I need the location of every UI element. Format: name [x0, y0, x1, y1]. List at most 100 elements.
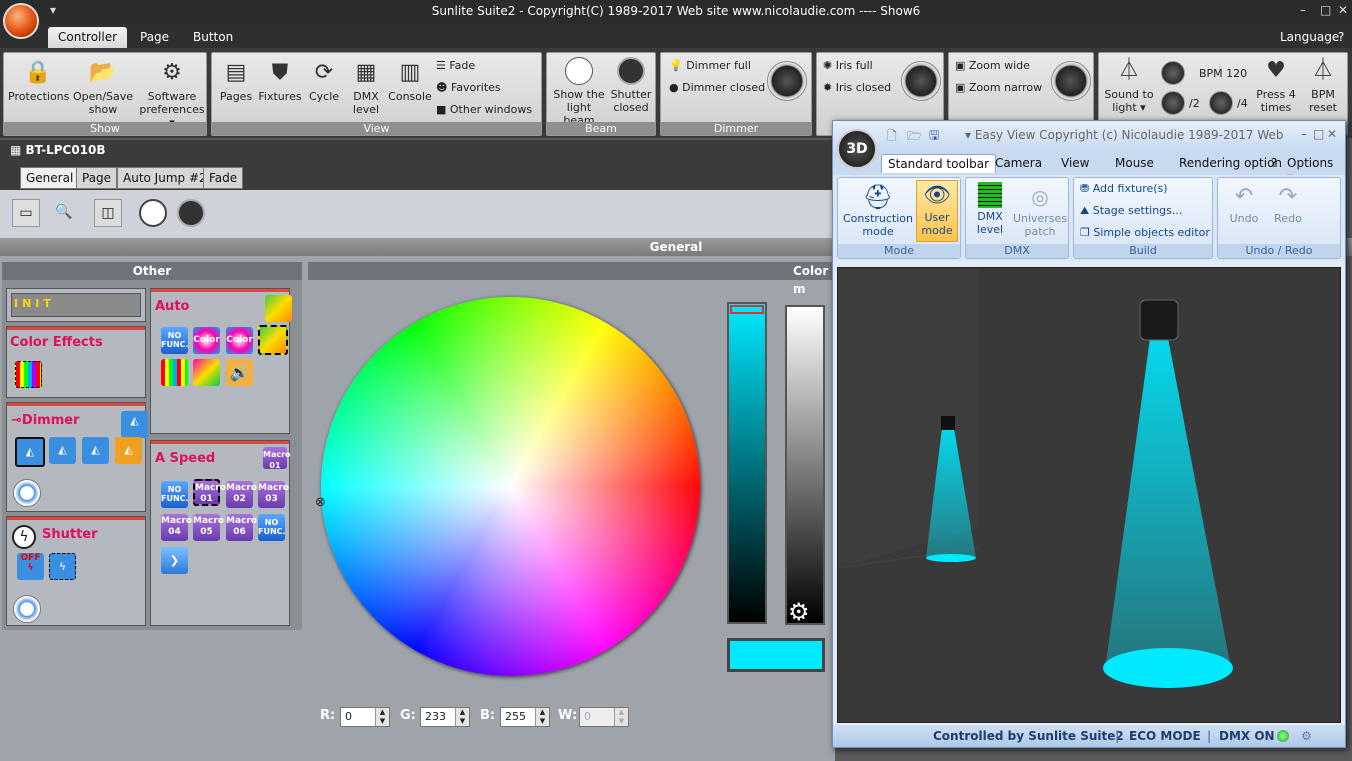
- macro-04-button[interactable]: Macro 04: [161, 514, 192, 541]
- 3d-viewport[interactable]: [837, 267, 1341, 723]
- beam-on-button[interactable]: [139, 199, 167, 227]
- dmx-level-button[interactable]: ▦ DMX level: [346, 59, 386, 116]
- iris-closed-button[interactable]: ✹ Iris closed: [823, 81, 891, 94]
- search-icon[interactable]: 🔍: [50, 199, 78, 227]
- bpm-reset-button[interactable]: ⏃ BPM reset: [1301, 57, 1345, 114]
- app-orb-icon[interactable]: [3, 3, 39, 39]
- color-wheel[interactable]: [321, 297, 700, 676]
- b-spinner-icon[interactable]: ▲ ▼: [535, 708, 549, 726]
- auto-color-button-1[interactable]: Color: [193, 327, 220, 354]
- film-icon[interactable]: ▭: [12, 199, 40, 227]
- fade-button[interactable]: ☰ Fade: [436, 59, 475, 72]
- stage-settings-button[interactable]: ⛰ Stage settings...: [1080, 204, 1182, 217]
- tab-button[interactable]: Button: [183, 27, 243, 48]
- shutter-off-button[interactable]: OFF ϟ: [17, 553, 44, 580]
- div2-button[interactable]: [1161, 91, 1185, 115]
- intensity-slider-thumb[interactable]: [730, 305, 764, 314]
- dimmer-icon-4[interactable]: ◭: [115, 437, 142, 464]
- sound-to-light-button[interactable]: ⏃ Sound to light ▾: [1103, 57, 1155, 114]
- open-folder-icon[interactable]: 🗁: [907, 127, 922, 148]
- tab-camera[interactable]: Camera: [989, 154, 1048, 172]
- zoom-wide-button[interactable]: ▣ Zoom wide: [955, 59, 1030, 72]
- w-spinner-icon[interactable]: ▲ ▼: [614, 708, 628, 726]
- redo-button[interactable]: ↷ Redo: [1268, 182, 1308, 225]
- zoom-knob[interactable]: [1051, 61, 1091, 101]
- beam-off-button[interactable]: [177, 199, 205, 227]
- speed-ramp-icon[interactable]: ❯: [161, 547, 188, 574]
- tab-controller[interactable]: Controller: [48, 27, 128, 48]
- auto-header-icon[interactable]: [265, 295, 292, 322]
- protections-button[interactable]: 🔒 Protections: [8, 59, 69, 103]
- shutter-strobe-button[interactable]: ϟ: [49, 553, 76, 580]
- auto-nofunc-button[interactable]: NO FUNC.: [161, 327, 189, 354]
- console-button[interactable]: ▥ Console: [388, 59, 432, 103]
- tab-standard-toolbar[interactable]: Standard toolbar: [881, 154, 997, 173]
- add-fixture-button[interactable]: ⛃ Add fixture(s): [1080, 182, 1168, 195]
- construction-mode-button[interactable]: ⛑ Construction mode: [842, 182, 914, 238]
- zoom-narrow-button[interactable]: ▣ Zoom narrow: [955, 81, 1042, 94]
- other-windows-button[interactable]: ■ Other windows: [436, 103, 532, 116]
- macro-03-button[interactable]: Macro 03: [258, 481, 289, 508]
- favorites-button[interactable]: ☻ Favorites: [436, 81, 501, 94]
- macro-05-button[interactable]: Macro 05: [193, 514, 224, 541]
- w-input[interactable]: 0 ▲ ▼: [579, 707, 629, 727]
- tab-general[interactable]: General: [20, 167, 80, 189]
- aspeed-nofunc-2[interactable]: NO FUNC.: [258, 514, 286, 541]
- shutter-knob-small[interactable]: [13, 595, 41, 623]
- r-input[interactable]: 0 ▲ ▼: [340, 707, 390, 727]
- tab-auto-jump[interactable]: Auto Jump #2: [117, 167, 213, 189]
- tab-page-ctrl[interactable]: Page: [76, 167, 118, 189]
- pages-button[interactable]: ▤ Pages: [216, 59, 256, 103]
- tab-view[interactable]: View: [1055, 154, 1095, 172]
- minimize-button[interactable]: –: [1300, 3, 1306, 17]
- div4-button[interactable]: [1209, 91, 1233, 115]
- cycle-button[interactable]: ⟳ Cycle: [304, 59, 344, 103]
- software-preferences-button[interactable]: ⚙Software preferences ▾: [138, 59, 206, 129]
- auto-gradient-button[interactable]: [258, 325, 288, 355]
- layout-icon[interactable]: ◫: [94, 199, 122, 227]
- auto-color-button-2[interactable]: Color: [226, 327, 253, 354]
- dimmer-header-icon[interactable]: ◭: [121, 411, 148, 438]
- show-light-beam-button[interactable]: Show the light beam: [551, 57, 607, 127]
- ev-restore-button[interactable]: □: [1313, 127, 1324, 141]
- macro-01-button[interactable]: Macro 01: [193, 479, 226, 506]
- dimmer-icon-2[interactable]: ◭: [49, 437, 76, 464]
- ev-dmx-level-button[interactable]: DMX level: [968, 182, 1012, 236]
- b-input[interactable]: 255 ▲ ▼: [500, 707, 550, 727]
- iris-knob[interactable]: [901, 61, 941, 101]
- simple-objects-editor-button[interactable]: ❒ Simple objects editor: [1080, 226, 1210, 239]
- aspeed-header-macro[interactable]: Macro 01: [263, 447, 291, 470]
- save-icon[interactable]: 🖫: [929, 126, 939, 147]
- open-save-button[interactable]: 📂 Open/Save show: [70, 59, 136, 116]
- dimmer-knob[interactable]: [767, 61, 807, 101]
- universes-patch-button[interactable]: ◎ Universes patch: [1012, 182, 1068, 238]
- fixtures-button[interactable]: ⛊ Fixtures: [258, 59, 302, 103]
- user-mode-button[interactable]: 👁 User mode: [916, 180, 958, 242]
- tab-mouse[interactable]: Mouse: [1109, 154, 1160, 172]
- iris-full-button[interactable]: ✺ Iris full: [823, 59, 873, 72]
- g-input[interactable]: 233 ▲ ▼: [420, 707, 470, 727]
- new-file-icon[interactable]: 🗋: [887, 127, 897, 148]
- press-4-times-button[interactable]: ♥ Press 4 times: [1253, 57, 1299, 114]
- dimmer-icon-1[interactable]: ◭: [15, 437, 45, 467]
- color-intensity-slider[interactable]: [727, 302, 767, 624]
- ev-close-button[interactable]: ✕: [1327, 127, 1337, 141]
- tab-page[interactable]: Page: [130, 27, 179, 48]
- aspeed-nofunc-1[interactable]: NO FUNC.: [161, 481, 189, 508]
- dimmer-knob-small[interactable]: [13, 479, 41, 507]
- macro-02-button[interactable]: Macro 02: [226, 481, 257, 508]
- help-button[interactable]: ?: [1336, 27, 1346, 48]
- init-button[interactable]: INIT: [11, 293, 141, 317]
- dimmer-icon-3[interactable]: ◭: [82, 437, 109, 464]
- qa-dropdown-icon[interactable]: ▾: [965, 128, 975, 142]
- tab-fade[interactable]: Fade: [203, 167, 244, 189]
- settings-icon[interactable]: ⚙: [1301, 725, 1312, 747]
- close-button[interactable]: ✕: [1338, 3, 1348, 17]
- restore-button[interactable]: □: [1320, 3, 1331, 17]
- shutter-closed-button[interactable]: Shutter closed: [607, 57, 655, 114]
- dimmer-full-button[interactable]: 💡 Dimmer full: [669, 59, 751, 72]
- white-slider[interactable]: [785, 305, 825, 625]
- auto-pattern-button[interactable]: [193, 359, 220, 386]
- auto-rainbow-button[interactable]: [161, 359, 188, 386]
- ev-minimize-button[interactable]: –: [1301, 127, 1307, 141]
